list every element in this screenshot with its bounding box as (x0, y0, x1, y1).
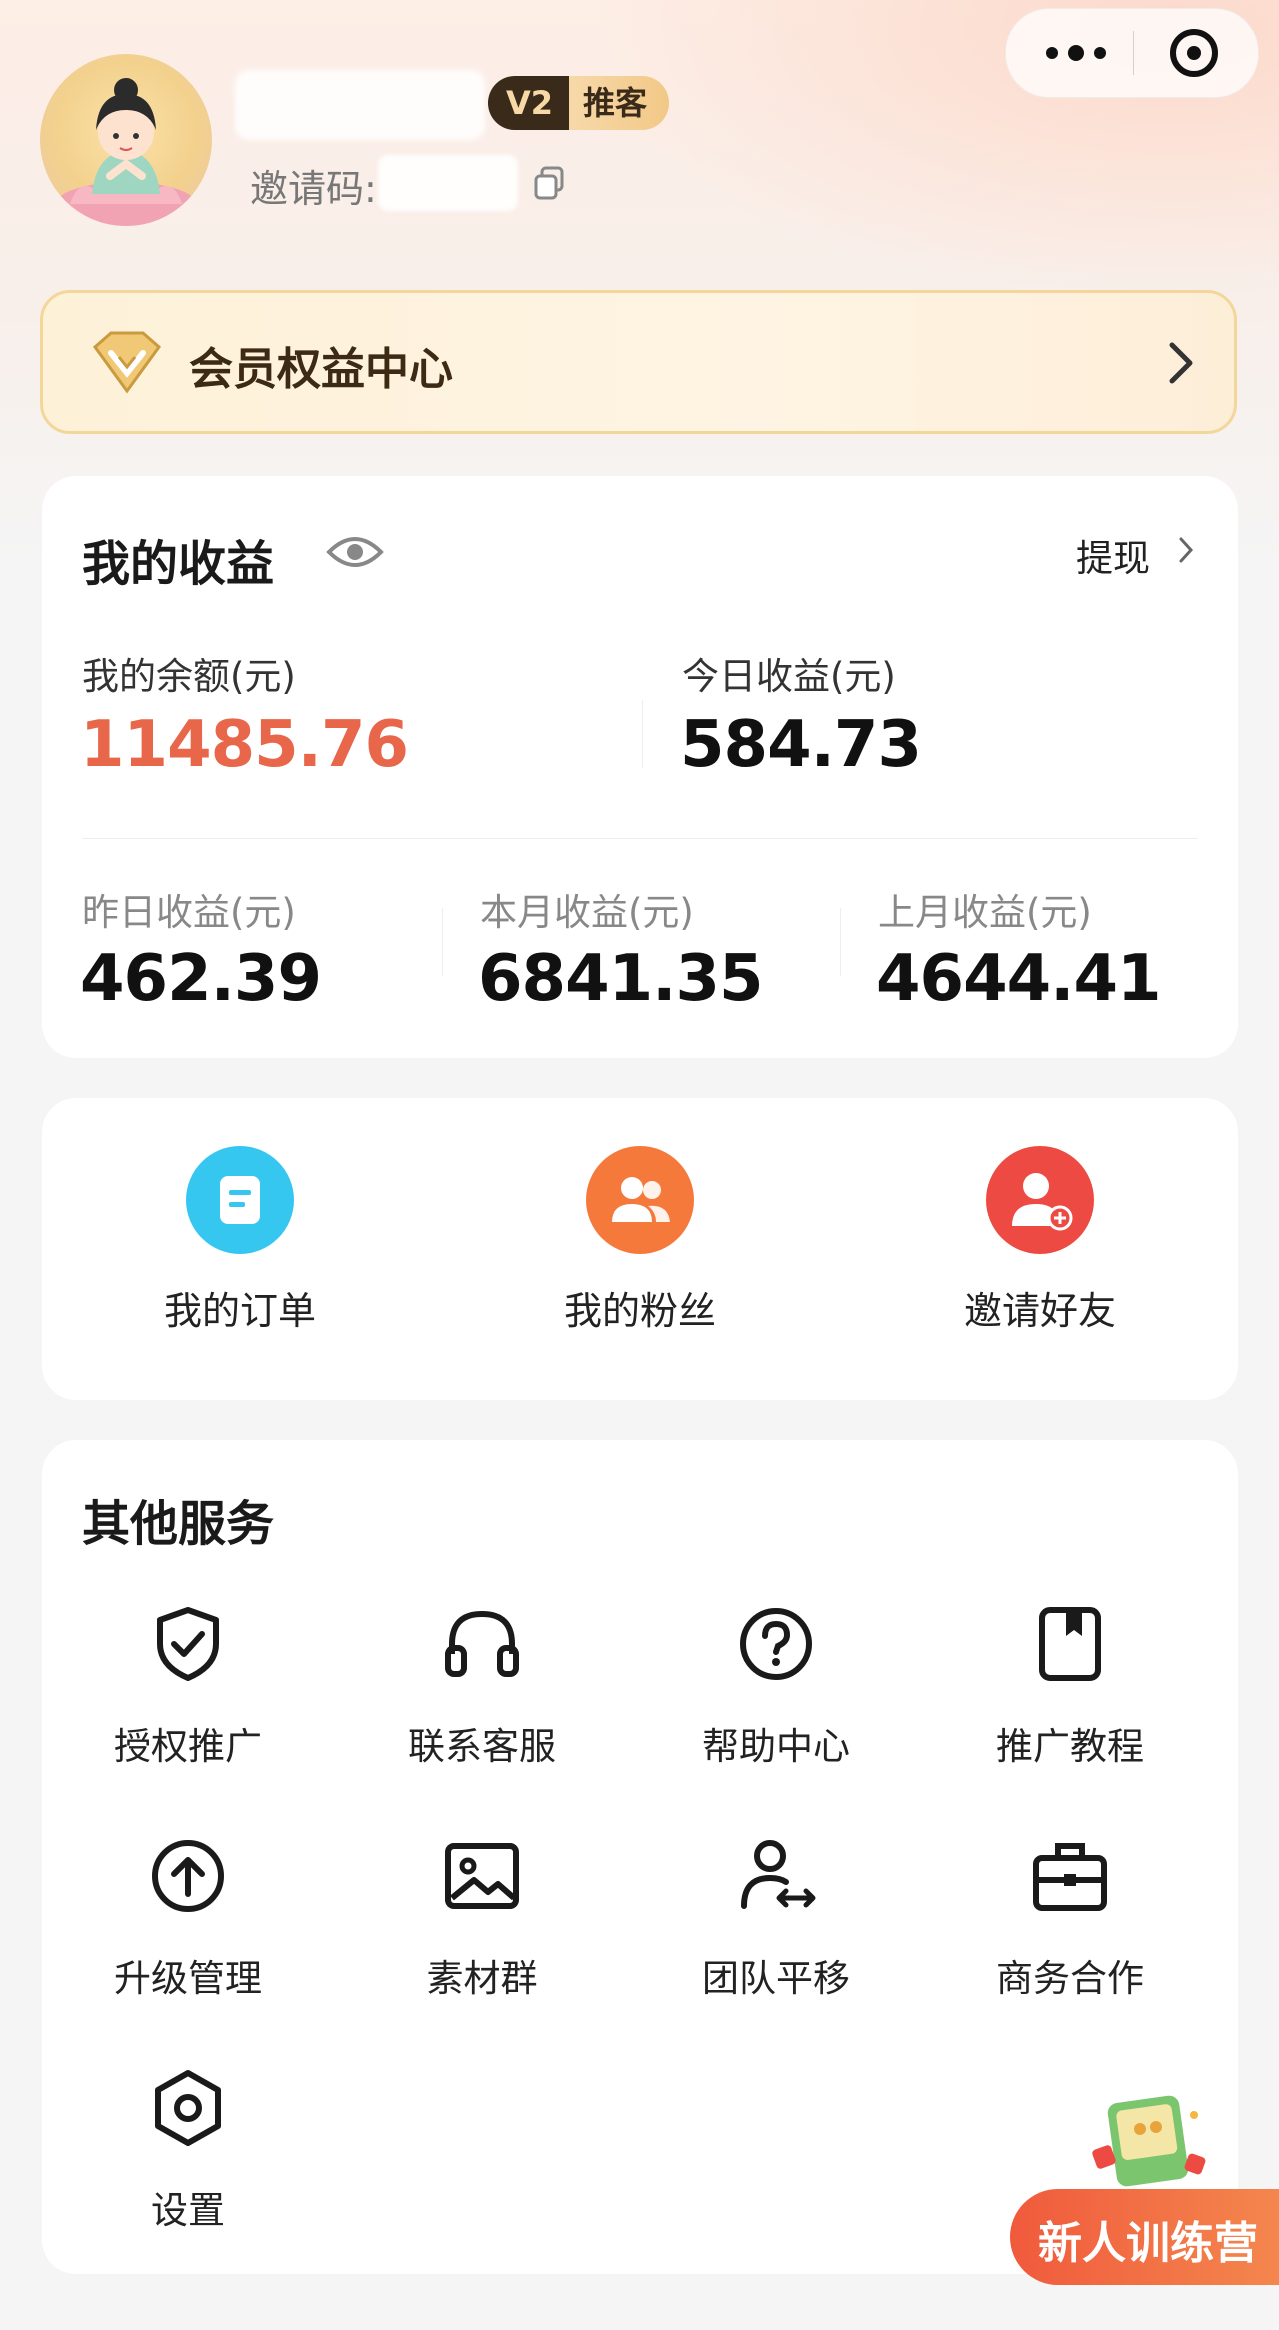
level-badge: V2 推客 (488, 76, 670, 130)
last-month-earnings-label: 上月收益(元) (878, 891, 1092, 934)
service-contact-support[interactable]: 联系客服 (362, 1604, 602, 1770)
username-blurred (235, 70, 485, 140)
service-label: 素材群 (426, 1957, 538, 2000)
upgrade-arrow-icon (152, 1840, 224, 1912)
crown-badge-icon (92, 331, 162, 394)
today-earnings-label: 今日收益(元) (682, 655, 896, 698)
today-earnings-value: 584.73 (680, 708, 922, 782)
earnings-title: 我的收益 (82, 536, 275, 592)
user-transfer-icon (741, 1840, 816, 1909)
order-list-icon (186, 1146, 294, 1254)
service-material-group[interactable]: 素材群 (362, 1836, 602, 2002)
role-badge-text: 推客 (569, 76, 670, 130)
newbie-training-camp-button[interactable]: 新人训练营 (1010, 2085, 1279, 2285)
balance-label: 我的余额(元) (82, 655, 296, 698)
service-upgrade-management[interactable]: 升级管理 (68, 1836, 308, 2002)
service-business-cooperation[interactable]: 商务合作 (950, 1836, 1190, 2002)
yesterday-earnings-value: 462.39 (80, 942, 322, 1016)
image-icon (445, 1843, 519, 1909)
briefcase-icon (1033, 1843, 1107, 1911)
my-fans-button[interactable]: 我的粉丝 (490, 1146, 790, 1335)
fans-users-icon (586, 1146, 694, 1254)
headset-icon (445, 1610, 519, 1677)
settings-hexagon-icon (155, 2070, 221, 2146)
invite-friends-button[interactable]: 邀请好友 (890, 1146, 1190, 1335)
gift-book-icon (1092, 2095, 1206, 2187)
my-orders-button[interactable]: 我的订单 (90, 1146, 390, 1335)
last-month-earnings-value: 4644.41 (876, 942, 1161, 1016)
invite-code-blurred (378, 155, 518, 211)
chevron-right-icon (1179, 537, 1194, 563)
row-divider (82, 838, 1198, 839)
shield-check-icon (157, 1607, 219, 1681)
this-month-earnings-value: 6841.35 (478, 942, 763, 1016)
question-circle-icon (740, 1608, 812, 1680)
column-divider (442, 908, 443, 976)
service-label: 授权推广 (114, 1725, 262, 1768)
service-help-center[interactable]: 帮助中心 (656, 1604, 896, 1770)
service-label: 团队平移 (702, 1957, 850, 2000)
service-promote-tutorial[interactable]: 推广教程 (950, 1604, 1190, 1770)
vip-center-title: 会员权益中心 (189, 344, 453, 395)
column-divider (840, 908, 841, 976)
this-month-earnings-label: 本月收益(元) (480, 891, 694, 934)
service-authorize-promote[interactable]: 授权推广 (68, 1604, 308, 1770)
service-label: 推广教程 (996, 1725, 1144, 1768)
avatar[interactable] (40, 54, 212, 226)
quick-actions-card: 我的订单 我的粉丝 邀请好友 (42, 1098, 1238, 1400)
level-badge-text: V2 (488, 76, 570, 130)
service-label: 设置 (151, 2189, 225, 2232)
invite-friends-label: 邀请好友 (963, 1289, 1116, 1333)
service-label: 联系客服 (408, 1725, 556, 1768)
column-divider (642, 700, 643, 768)
balance-value: 11485.76 (80, 708, 409, 782)
my-orders-label: 我的订单 (163, 1289, 316, 1333)
vip-center-bar[interactable]: 会员权益中心 (40, 290, 1237, 434)
miniprogram-capsule (1005, 8, 1259, 98)
eye-icon[interactable] (326, 532, 384, 572)
service-settings[interactable]: 设置 (68, 2068, 308, 2234)
yesterday-earnings-label: 昨日收益(元) (82, 891, 296, 934)
bookmark-book-icon (1039, 1607, 1101, 1681)
invite-user-icon (986, 1146, 1094, 1254)
withdraw-link[interactable]: 提现 (1076, 528, 1150, 582)
more-dots-icon[interactable] (1036, 37, 1116, 69)
invite-code-label: 邀请码: (250, 167, 377, 211)
my-fans-label: 我的粉丝 (563, 1289, 716, 1333)
copy-icon[interactable] (534, 166, 564, 200)
earnings-card: 我的收益 提现 我的余额(元) 11485.76 今日收益(元) 584.73 … (42, 476, 1238, 1058)
capsule-divider (1133, 31, 1134, 75)
chevron-right-icon (1169, 342, 1193, 384)
training-camp-label: 新人训练营 (1038, 2218, 1258, 2269)
service-team-transfer[interactable]: 团队平移 (656, 1836, 896, 2002)
service-label: 帮助中心 (702, 1725, 850, 1768)
services-title: 其他服务 (82, 1496, 275, 1552)
target-circle-icon[interactable] (1170, 29, 1218, 77)
service-label: 商务合作 (996, 1957, 1144, 2000)
service-label: 升级管理 (114, 1957, 262, 2000)
